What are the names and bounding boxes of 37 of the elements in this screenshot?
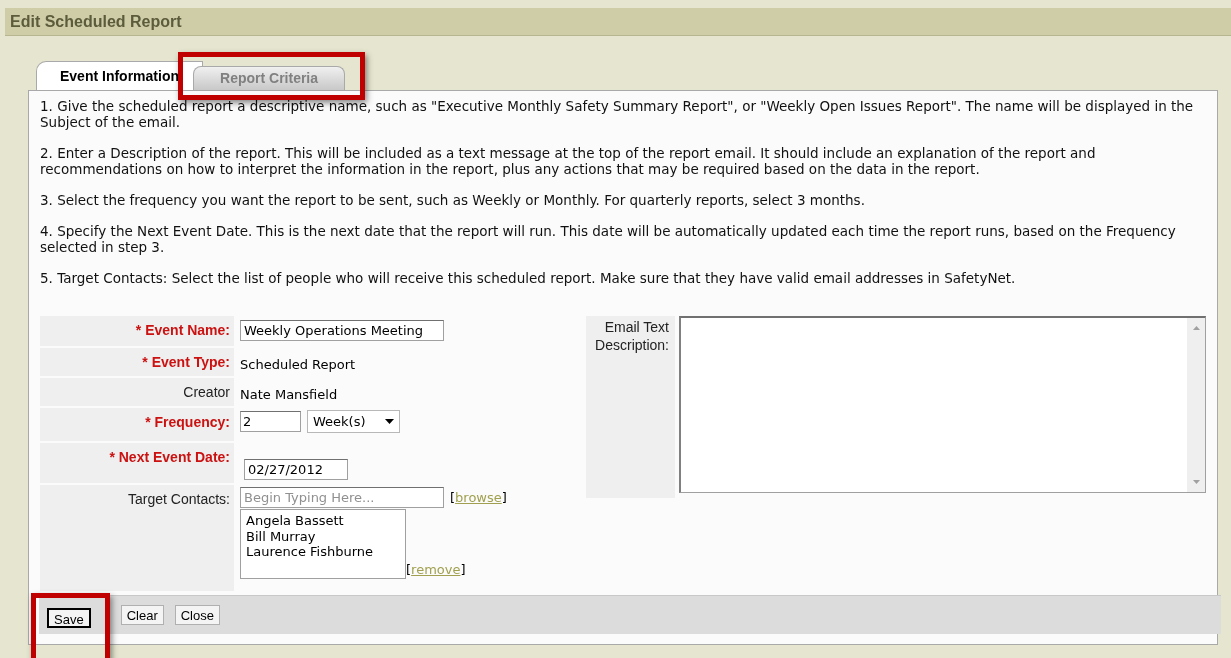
contact-search-field[interactable]: Begin Typing Here... (240, 487, 444, 508)
field-label: * Next Event Date: (109, 448, 230, 467)
email-description-field[interactable] (679, 316, 1206, 493)
bracket: [ (406, 561, 412, 577)
frequency-field[interactable]: 2 (240, 411, 301, 432)
contacts-list[interactable]: Angela Bassett Bill Murray Laurence Fishburne (240, 509, 406, 579)
bracket: ] (460, 561, 466, 577)
action-button[interactable]: Save (47, 607, 91, 628)
window-title: Edit Scheduled Report (10, 11, 182, 32)
action-button[interactable]: Clear (120, 605, 164, 625)
scroll-up-icon[interactable] (1192, 326, 1200, 330)
field-label: Email Text Description: (594, 318, 669, 355)
tab[interactable]: Event Information (36, 61, 203, 90)
field-label: Target Contacts: (128, 490, 230, 509)
field-value: Scheduled Report (240, 357, 356, 372)
instruction-text: 1. Give the scheduled report a descriptive name, such as "Executive Monthly Safety Summary Report", or "Weekly Open Issues Report". The name will be displayed in the Subject of the email. (40, 98, 1195, 130)
instruction-text: 4. Specify the Next Event Date. This is the next date that the report will run. This date will be automatically updated each time the report runs, based on the Frequency selected in step 3. (40, 223, 1177, 255)
contact-item[interactable]: Laurence Fishburne (246, 544, 400, 560)
unit-dropdown[interactable]: Week(s) (307, 410, 400, 433)
action-button[interactable]: Close (174, 605, 220, 625)
event-name-field[interactable]: Weekly Operations Meeting (240, 320, 444, 341)
dropdown-caret-icon (385, 419, 394, 424)
field-value: Nate Mansfield (240, 387, 338, 402)
scrollbar[interactable] (1187, 318, 1205, 492)
field-label: * Frequency: (145, 413, 230, 432)
contact-item[interactable]: Angela Bassett (246, 513, 400, 529)
scroll-down-icon[interactable] (1192, 480, 1200, 484)
field-label: * Event Type: (142, 353, 230, 372)
field-label: * Event Name: (135, 321, 230, 340)
bracket: [ (450, 489, 456, 505)
bracket: ] (501, 489, 507, 505)
instruction-text: 3. Select the frequency you want the report to be sent, such as Weekly or Monthly. For quarterly reports, select 3 months. (40, 192, 866, 208)
date-field[interactable]: 02/27/2012 (244, 459, 348, 480)
instruction-text: 2. Enter a Description of the report. This will be included as a text message at the top of the report email. It should include an explanation of the report and recommendations on how to interpret the information in the report, plus any actions that may be required based on the data in the report. (40, 145, 1097, 177)
field-label: Creator (183, 383, 230, 402)
contact-item[interactable]: Bill Murray (246, 528, 400, 544)
instruction-text: 5. Target Contacts: Select the list of people who will receive this scheduled report. Make sure that they have valid email addresses in SafetyNet. (40, 270, 1017, 286)
